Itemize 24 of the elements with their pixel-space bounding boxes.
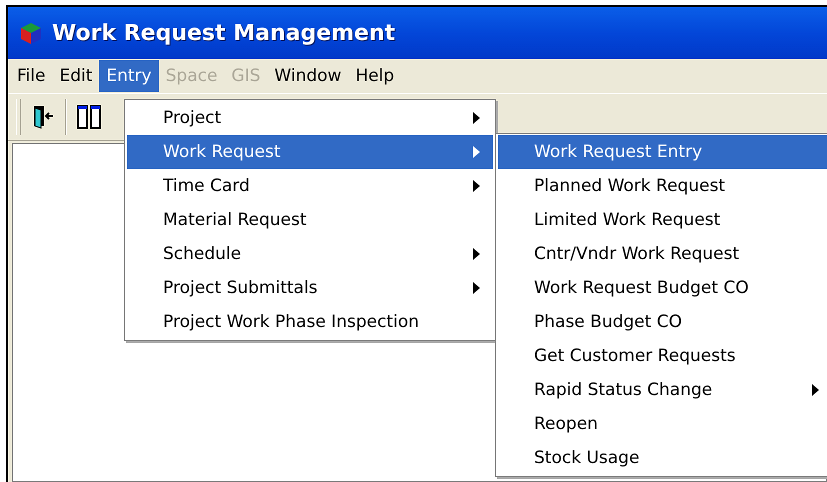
menu-item[interactable]: Project Submittals [127, 271, 493, 305]
menu-item[interactable]: Work Request Budget CO [498, 271, 827, 305]
menu-item[interactable]: Rapid Status Change [498, 373, 827, 407]
menu-item[interactable]: Project Work Phase Inspection [127, 305, 493, 339]
menu-item[interactable]: Schedule [127, 237, 493, 271]
menu-item[interactable]: Time Card [127, 169, 493, 203]
menu-item[interactable]: Reopen [498, 407, 827, 441]
menu-item[interactable]: Project [127, 101, 493, 135]
menu-bar-item[interactable]: File [10, 60, 52, 92]
menu-item[interactable]: Get Customer Requests [498, 339, 827, 373]
menu-item[interactable]: Work Request Entry [498, 135, 827, 169]
app-icon [18, 20, 44, 46]
menu-bar-item[interactable]: Window [267, 60, 348, 92]
menu-bar-item[interactable]: Help [348, 60, 402, 92]
menu-item[interactable]: Material Request [127, 203, 493, 237]
menu-item[interactable]: Planned Work Request [498, 169, 827, 203]
menu-item[interactable]: Cntr/Vndr Work Request [498, 237, 827, 271]
menu-item[interactable]: Phase Budget CO [498, 305, 827, 339]
menu-bar-item[interactable]: Edit [52, 60, 100, 92]
menu-item[interactable]: Stock Usage [498, 441, 827, 475]
window-title: Work Request Management [52, 20, 396, 46]
menu-item[interactable]: Limited Work Request [498, 203, 827, 237]
menu-item[interactable]: Work Request [127, 135, 493, 169]
menu-bar-item[interactable]: Entry [99, 60, 159, 92]
